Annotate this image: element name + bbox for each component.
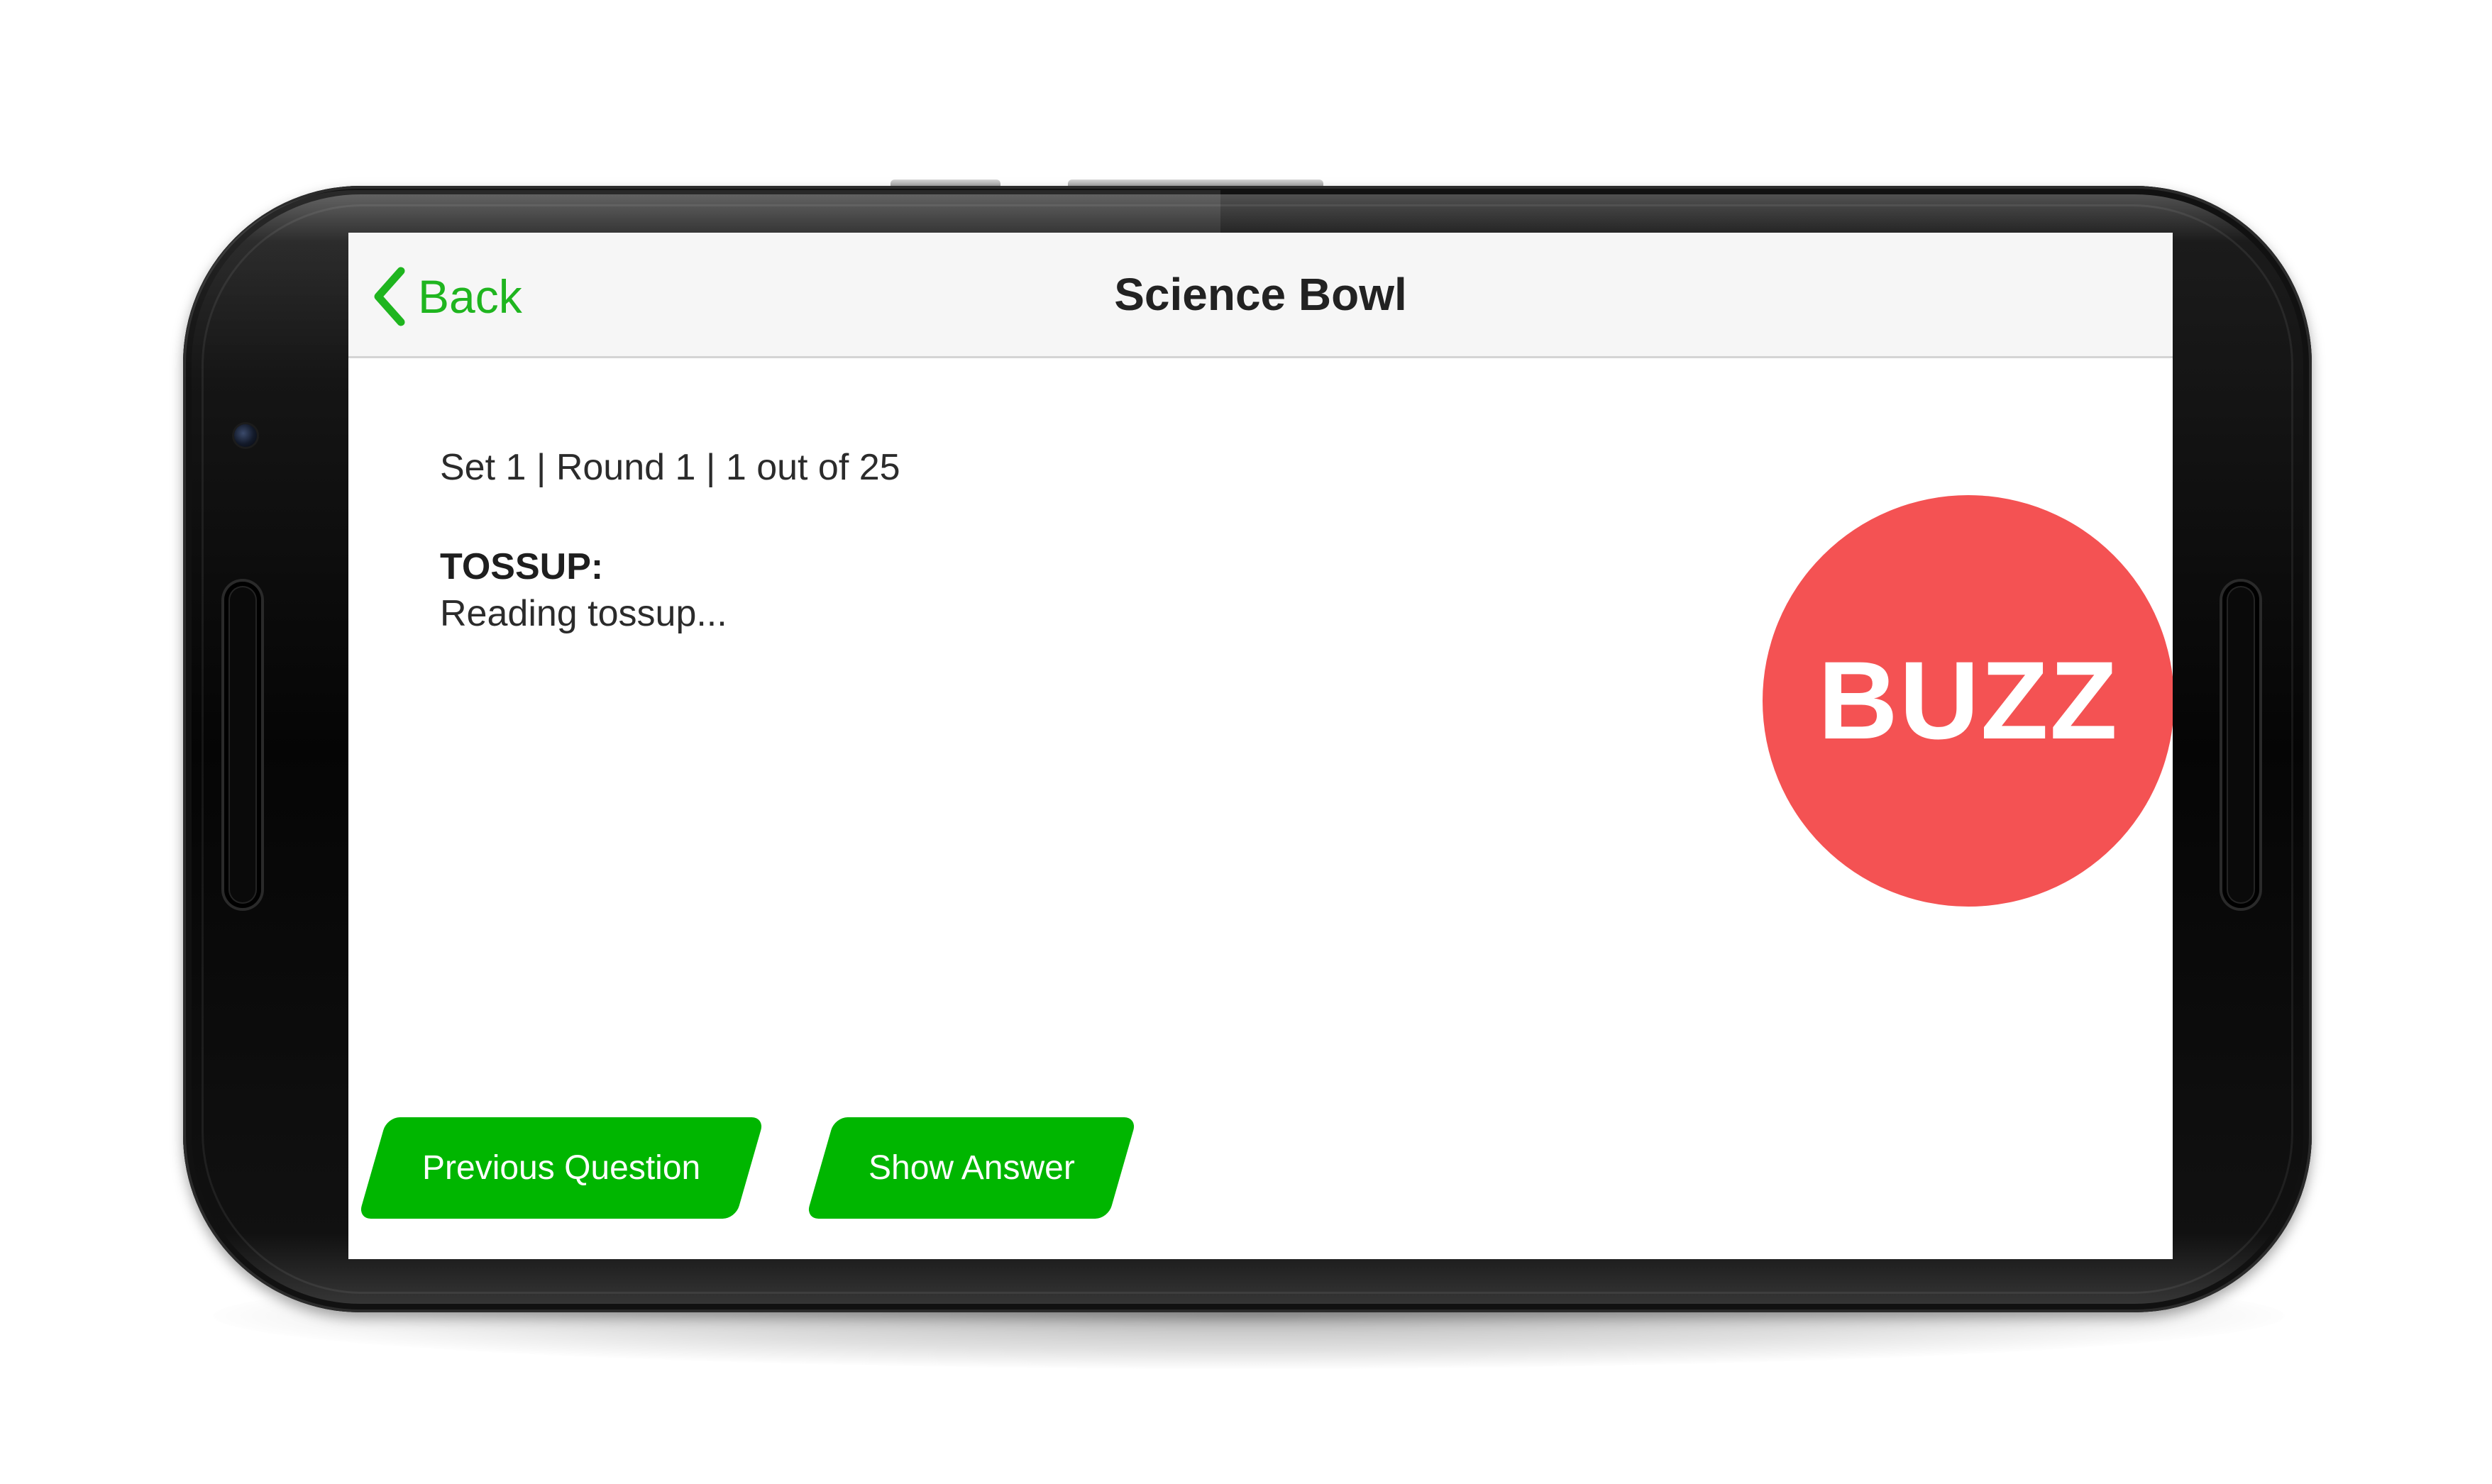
page-title: Science Bowl: [1114, 269, 1407, 320]
question-text: Reading tossup...: [440, 593, 727, 634]
previous-question-button[interactable]: Previous Question: [358, 1117, 765, 1219]
navigation-bar: Science Bowl Back: [348, 233, 2173, 358]
front-camera: [234, 424, 257, 447]
back-button[interactable]: Back: [370, 264, 522, 329]
chevron-left-icon: [370, 264, 409, 329]
device-mockup: Science Bowl Back Set 1 | Round 1 | 1 ou…: [0, 0, 2492, 1484]
left-speaker-grille: [224, 582, 261, 908]
show-answer-label: Show Answer: [868, 1149, 1075, 1187]
buzz-label: BUZZ: [1818, 638, 2119, 763]
app-screen: Science Bowl Back Set 1 | Round 1 | 1 ou…: [348, 233, 2173, 1259]
previous-question-label: Previous Question: [421, 1149, 701, 1187]
buzz-button[interactable]: BUZZ: [1763, 495, 2173, 907]
question-progress: Set 1 | Round 1 | 1 out of 25: [440, 447, 900, 488]
back-label: Back: [418, 270, 522, 323]
right-speaker-grille: [2222, 582, 2259, 908]
question-type-heading: TOSSUP:: [440, 546, 604, 587]
show-answer-button[interactable]: Show Answer: [805, 1117, 1137, 1219]
